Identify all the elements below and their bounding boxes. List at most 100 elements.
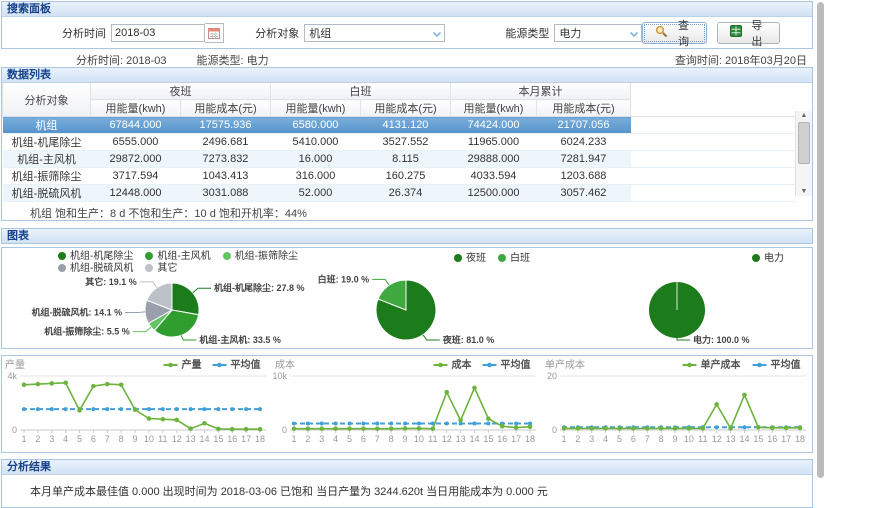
chevron-down-icon [629, 29, 639, 41]
row-value: 7281.947 [537, 151, 631, 168]
svg-text:14: 14 [469, 434, 479, 444]
saturation-note: 机组 饱和生产：8 d 不饱和生产：10 d 饱和开机率：44% [2, 202, 812, 220]
svg-text:10k: 10k [272, 371, 287, 381]
legend-dot-icon [58, 252, 66, 260]
analysis-result-title: 分析结果 [7, 461, 51, 473]
svg-text:机组-脱硫风机: 14.1 %: 机组-脱硫风机: 14.1 % [32, 306, 123, 317]
svg-text:12: 12 [172, 434, 182, 444]
col-group-header[interactable]: 白班 [271, 83, 451, 100]
svg-text:12: 12 [442, 434, 452, 444]
export-button[interactable]: 导出 [717, 22, 780, 44]
search-panel-title: 搜索面板 [7, 3, 51, 15]
svg-text:白班: 19.0 %: 白班: 19.0 % [318, 273, 370, 284]
col-sub-header[interactable]: 用能成本(元) [361, 100, 451, 117]
energy-type-select[interactable]: 电力 [554, 24, 642, 42]
calendar-icon[interactable] [205, 23, 224, 43]
svg-text:18: 18 [525, 434, 535, 444]
svg-text:9: 9 [133, 434, 138, 444]
legend-item[interactable]: 白班 [498, 253, 530, 264]
svg-text:17: 17 [781, 434, 791, 444]
scroll-down-icon[interactable]: ▼ [801, 187, 808, 196]
svg-text:产量: 产量 [182, 358, 202, 371]
legend-item[interactable]: 机组-脱硫风机 [58, 263, 133, 274]
summary-row: 分析时间: 2018-03 能源类型: 电力 查询时间: 2018年03月20日 [1, 49, 813, 67]
row-value: 29888.000 [451, 151, 537, 168]
svg-text:9: 9 [673, 434, 678, 444]
page-scrollbar[interactable] [817, 2, 824, 478]
analysis-time-input[interactable] [111, 24, 205, 42]
svg-text:15: 15 [483, 434, 493, 444]
legend-item[interactable]: 机组-主风机 [145, 251, 210, 262]
excel-icon [730, 25, 742, 40]
search-panel-header: 搜索面板 [2, 2, 812, 17]
table-row[interactable]: 机组-主风机29872.0007273.83216.0008.11529888.… [3, 151, 797, 168]
svg-text:7: 7 [645, 434, 650, 444]
legend-item[interactable]: 机组-振筛除尘 [223, 251, 298, 262]
svg-text:产量: 产量 [5, 358, 25, 371]
legend-item[interactable]: 电力 [752, 253, 784, 264]
legend-item[interactable]: 其它 [145, 263, 177, 274]
svg-text:11: 11 [698, 434, 707, 444]
col-header-object[interactable]: 分析对象 [3, 83, 91, 117]
row-value: 2496.681 [181, 134, 271, 151]
svg-text:16: 16 [227, 434, 237, 444]
svg-text:单产成本: 单产成本 [545, 358, 585, 371]
svg-text:4: 4 [603, 434, 608, 444]
row-value: 7273.832 [181, 151, 271, 168]
svg-text:10: 10 [144, 434, 154, 444]
table-row[interactable]: 机组-机尾除尘6555.0002496.6815410.0003527.5521… [3, 134, 797, 151]
pie-legend[interactable]: 机组-机尾除尘 机组-主风机 机组-振筛除尘机组-脱硫风机 其它 [58, 251, 310, 275]
svg-text:其它: 19.1 %: 其它: 19.1 % [85, 276, 137, 287]
svg-text:5: 5 [347, 434, 352, 444]
legend-item[interactable]: 机组-机尾除尘 [58, 251, 133, 262]
table-row[interactable]: 机组-振筛除尘3717.5941043.413316.000160.275403… [3, 168, 797, 185]
table-row[interactable]: 机组-脱硫风机12448.0003031.08852.00026.3741250… [3, 185, 797, 202]
svg-text:17: 17 [241, 434, 251, 444]
col-sub-header[interactable]: 用能成本(元) [537, 100, 631, 117]
row-value: 16.000 [271, 151, 361, 168]
col-sub-header[interactable]: 用能量(kwh) [271, 100, 361, 117]
line-chart-line-unit-cost: 单产成本200123456789101112131415161718单产成本平均… [542, 356, 812, 452]
pie-legend[interactable]: 电力 [752, 253, 796, 265]
svg-text:平均值: 平均值 [501, 358, 531, 371]
col-sub-header[interactable]: 用能量(kwh) [451, 100, 537, 117]
svg-text:8: 8 [389, 434, 394, 444]
svg-text:17: 17 [511, 434, 521, 444]
svg-text:成本: 成本 [275, 358, 295, 371]
search-icon [655, 25, 668, 41]
row-value: 4033.594 [451, 168, 537, 185]
svg-text:平均值: 平均值 [771, 358, 801, 371]
row-value: 12500.000 [451, 185, 537, 202]
svg-text:16: 16 [497, 434, 507, 444]
table-row[interactable]: 机组67844.00017575.9366580.0004131.1207442… [3, 117, 797, 134]
row-value: 52.000 [271, 185, 361, 202]
analysis-time-label: 分析时间 [62, 25, 106, 41]
row-value: 316.000 [271, 168, 361, 185]
chevron-down-icon [432, 29, 442, 41]
legend-dot-icon [752, 254, 760, 262]
line-chart-line-cost: 成本10k0123456789101112131415161718成本平均值 [272, 356, 542, 452]
row-value: 21707.056 [537, 117, 631, 134]
legend-item[interactable]: 夜班 [454, 253, 486, 264]
svg-text:13: 13 [726, 434, 736, 444]
col-sub-header[interactable]: 用能量(kwh) [91, 100, 181, 117]
analysis-object-select[interactable]: 机组 [304, 24, 445, 42]
query-button-label: 查询 [673, 17, 693, 49]
svg-text:9: 9 [403, 434, 408, 444]
col-group-header[interactable]: 本月累计 [451, 83, 631, 100]
col-group-header[interactable]: 夜班 [91, 83, 271, 100]
svg-text:平均值: 平均值 [231, 358, 261, 371]
pie-legend[interactable]: 夜班 白班 [454, 253, 542, 265]
scroll-up-icon[interactable]: ▲ [801, 111, 808, 120]
query-button[interactable]: 查询 [642, 22, 706, 44]
scrollbar-thumb[interactable] [798, 122, 810, 164]
svg-text:机组-机尾除尘: 27.8 %: 机组-机尾除尘: 27.8 % [214, 282, 305, 293]
col-sub-header[interactable]: 用能成本(元) [181, 100, 271, 117]
table-scrollbar[interactable]: ▲ ▼ [795, 111, 812, 196]
data-list-header: 数据列表 [2, 68, 812, 83]
svg-text:1: 1 [291, 434, 296, 444]
svg-text:14: 14 [739, 434, 749, 444]
svg-text:8: 8 [659, 434, 664, 444]
svg-text:4: 4 [63, 434, 68, 444]
search-form: 分析时间 分析对象 机组 [2, 17, 812, 48]
